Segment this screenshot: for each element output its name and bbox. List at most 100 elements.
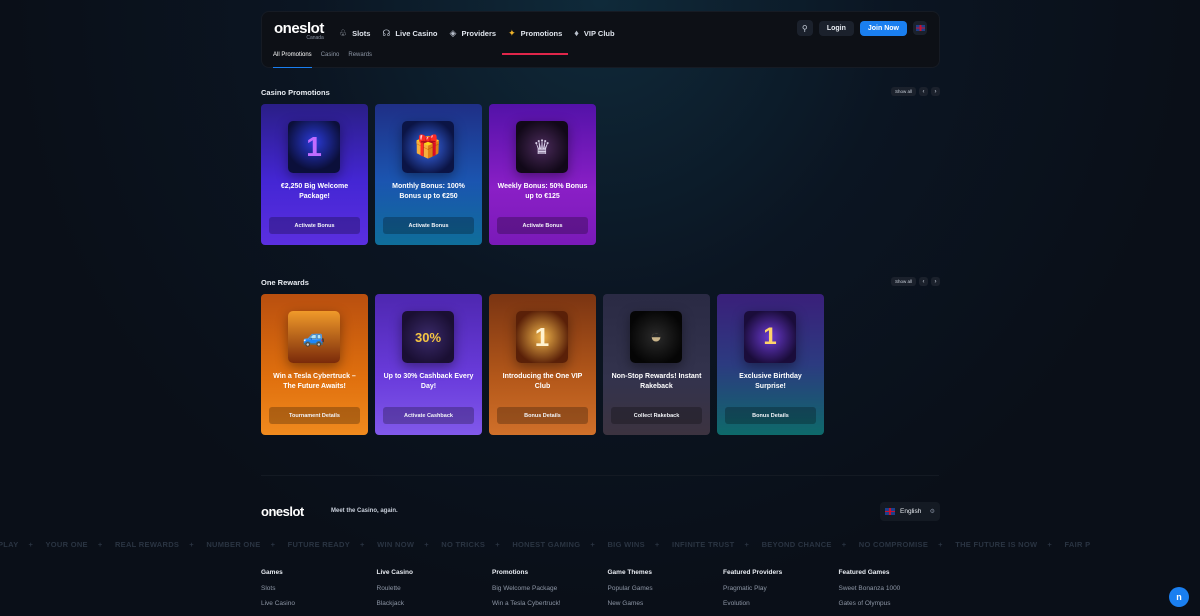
nav-item-slots[interactable]: ♧ Slots	[333, 22, 376, 44]
nav-item-vip-club[interactable]: ♦ VIP Club	[568, 22, 620, 44]
reward-card[interactable]: ◒ Non-Stop Rewards! Instant Rakeback Col…	[603, 294, 710, 435]
language-label: English	[900, 508, 922, 515]
nav-label: Providers	[461, 28, 497, 38]
activate-cashback-button[interactable]: Activate Cashback	[383, 407, 474, 424]
ticker-item: NO COMPROMISE	[858, 540, 929, 549]
footer-link[interactable]: Roulette	[377, 585, 493, 592]
footer-link[interactable]: New Games	[608, 600, 724, 607]
gift-box-image: 🎁	[402, 121, 454, 173]
footer-column-featured-providers: Featured Providers Pragmatic Play Evolut…	[723, 569, 839, 615]
bonus-details-button[interactable]: Bonus Details	[725, 407, 816, 424]
casino-promotions-controls: Show all ‹ ›	[890, 87, 940, 96]
show-all-button[interactable]: Show all	[890, 87, 916, 96]
reward-card[interactable]: 1 Introducing the One VIP Club Bonus Det…	[489, 294, 596, 435]
ticker-separator: +	[1047, 540, 1053, 549]
chevron-left-icon: ‹	[922, 88, 925, 95]
footer-link[interactable]: Popular Games	[608, 585, 724, 592]
tab-all-promotions[interactable]: All Promotions	[273, 52, 312, 68]
footer-column-heading: Featured Games	[838, 569, 890, 576]
collect-rakeback-button[interactable]: Collect Rakeback	[611, 407, 702, 424]
footer-link[interactable]: Sweet Bonanza 1000	[839, 585, 955, 592]
next-arrow-button[interactable]: ›	[931, 87, 940, 96]
search-button[interactable]: ⚲	[796, 20, 813, 36]
ticker-separator: +	[424, 540, 429, 549]
reward-card[interactable]: 🚙 Win a Tesla Cybertruck – The Future Aw…	[261, 294, 368, 435]
settings-icon: ⚙	[929, 509, 935, 515]
footer-link[interactable]: Big Welcome Package	[492, 585, 608, 592]
slots-icon: ♧	[339, 27, 348, 38]
oneslot-logo[interactable]: oneslot Canada	[274, 20, 324, 41]
ticker-separator: +	[744, 540, 750, 549]
ticker-separator: +	[28, 540, 34, 549]
ticker-item: BIG WINS	[607, 540, 645, 549]
chevron-right-icon: ›	[934, 88, 937, 95]
footer-column-promotions: Promotions Big Welcome Package Win a Tes…	[492, 569, 608, 615]
reward-card[interactable]: 1 Exclusive Birthday Surprise! Bonus Det…	[717, 294, 824, 435]
nav-label: Promotions	[520, 28, 563, 38]
nav-item-promotions[interactable]: ✦ Promotions	[502, 22, 569, 55]
footer-link[interactable]: Live Casino	[261, 600, 377, 607]
cashback-30-image: 30%	[402, 311, 454, 363]
footer-column-featured-games: Featured Games Sweet Bonanza 1000 Gates …	[839, 569, 955, 615]
nav-item-providers[interactable]: ◈ Providers	[444, 22, 503, 44]
next-arrow-button[interactable]: ›	[931, 277, 940, 286]
one-rewards-cards: 🚙 Win a Tesla Cybertruck – The Future Aw…	[261, 294, 824, 435]
tab-rewards[interactable]: Rewards	[348, 52, 372, 58]
footer-column-heading: Games	[261, 569, 283, 576]
ticker-separator: +	[590, 540, 596, 549]
footer-link[interactable]: Pragmatic Play	[723, 585, 839, 592]
ticker-item: NO TRICKS	[441, 540, 486, 549]
nav-label: Live Casino	[395, 28, 438, 38]
promo-card[interactable]: 1 €2,250 Big Welcome Package! Activate B…	[261, 104, 368, 245]
ticker-separator: +	[189, 540, 194, 549]
reward-title: Introducing the One VIP Club	[502, 373, 583, 390]
login-button[interactable]: Login	[818, 20, 854, 36]
language-selector[interactable]: English ⚙	[880, 502, 940, 521]
join-now-button[interactable]: Join Now	[859, 20, 907, 36]
tab-casino[interactable]: Casino	[321, 52, 340, 58]
main-nav: ♧ Slots ☊ Live Casino ◈ Providers ✦ Prom…	[333, 22, 621, 55]
footer-link[interactable]: Win a Tesla Cybertruck!	[492, 600, 608, 607]
footer-link[interactable]: Gates of Olympus	[839, 600, 955, 607]
casino-promotions-cards: 1 €2,250 Big Welcome Package! Activate B…	[261, 104, 596, 245]
chat-icon: n	[1176, 592, 1182, 602]
live-chat-button[interactable]: n	[1169, 587, 1189, 607]
uk-flag-icon	[915, 25, 925, 31]
nav-item-live-casino[interactable]: ☊ Live Casino	[376, 22, 443, 44]
footer-link[interactable]: Evolution	[723, 600, 839, 607]
reward-title: Non-Stop Rewards! Instant Rakeback	[611, 373, 702, 390]
ticker-item: HONEST GAMING	[512, 540, 581, 549]
nav-label: VIP Club	[583, 28, 615, 38]
prev-arrow-button[interactable]: ‹	[919, 277, 928, 286]
header-actions: ⚲ Login Join Now	[796, 20, 927, 36]
footer-link[interactable]: Slots	[261, 585, 377, 592]
bonus-details-button[interactable]: Bonus Details	[497, 407, 588, 424]
footer-column-games: Games Slots Live Casino	[261, 569, 377, 615]
activate-bonus-button[interactable]: Activate Bonus	[269, 217, 360, 234]
promo-card[interactable]: ♛ Weekly Bonus: 50% Bonus up to €125 Act…	[489, 104, 596, 245]
reward-title: Exclusive Birthday Surprise!	[739, 373, 802, 390]
footer-logo[interactable]: oneslot	[261, 504, 304, 519]
language-flag-button[interactable]	[913, 21, 927, 35]
footer-column-live-casino: Live Casino Roulette Blackjack	[377, 569, 493, 615]
ticker-item: PLAY	[0, 540, 19, 549]
section-title-one-rewards: One Rewards	[261, 278, 309, 287]
promo-card[interactable]: 🎁 Monthly Bonus: 100% Bonus up to €250 A…	[375, 104, 482, 245]
section-title-casino-promotions: Casino Promotions	[261, 88, 330, 97]
ticker-item: INFINITE TRUST	[671, 540, 735, 549]
activate-bonus-button[interactable]: Activate Bonus	[497, 217, 588, 234]
diamond-icon: ♦	[574, 28, 579, 38]
footer-column-heading: Game Themes	[607, 569, 652, 576]
footer-tagline: Meet the Casino, again.	[331, 508, 398, 514]
vip-club-image: 1	[516, 311, 568, 363]
ticker-item: BEYOND CHANCE	[761, 540, 832, 549]
reward-card[interactable]: 30% Up to 30% Cashback Every Day! Activa…	[375, 294, 482, 435]
footer-link[interactable]: Blackjack	[377, 600, 493, 607]
rakeback-image: ◒	[630, 311, 682, 363]
tournament-details-button[interactable]: Tournament Details	[269, 407, 360, 424]
activate-bonus-button[interactable]: Activate Bonus	[383, 217, 474, 234]
show-all-button[interactable]: Show all	[890, 277, 916, 286]
ticker-separator: +	[841, 540, 847, 549]
search-icon: ⚲	[801, 23, 808, 33]
prev-arrow-button[interactable]: ‹	[919, 87, 928, 96]
